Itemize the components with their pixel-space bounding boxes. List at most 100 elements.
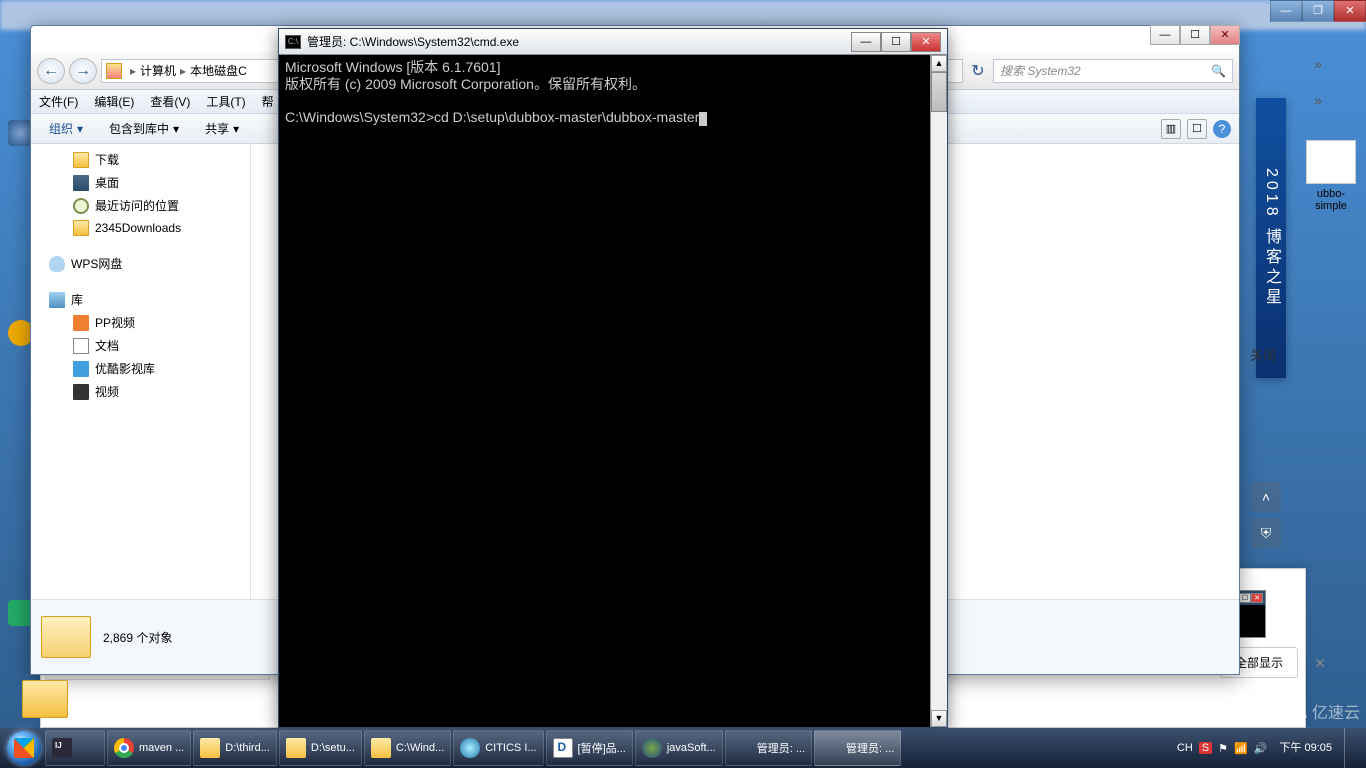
view-mode-button[interactable]: ▥ [1161, 119, 1181, 139]
cmd-titlebar[interactable]: C:\ 管理员: C:\Windows\System32\cmd.exe — ☐… [279, 29, 947, 55]
share-dropdown[interactable]: 共享▾ [195, 118, 249, 139]
tray-flag-icon[interactable]: ⚑ [1218, 742, 1228, 755]
taskbar-item-folder-windows[interactable]: C:\Wind... [364, 730, 451, 766]
cursor-icon [699, 112, 707, 126]
taskbar-item-citics[interactable]: CITICS I... [453, 730, 543, 766]
tray-clock[interactable]: 下午 09:05 [1273, 742, 1338, 754]
intellij-icon [52, 738, 72, 758]
chevron-down-icon: ▾ [173, 122, 179, 136]
crumb-sep-icon: ▸ [180, 64, 186, 78]
explorer-search-input[interactable]: 搜索 System32 🔍 [993, 59, 1233, 83]
include-library-dropdown[interactable]: 包含到库中▾ [99, 118, 189, 139]
file-thumb-icon [1306, 140, 1356, 184]
tree-video[interactable]: 视频 [31, 380, 250, 403]
folder-icon [73, 152, 89, 168]
show-desktop-button[interactable] [1344, 728, 1356, 768]
library-icon [49, 292, 65, 308]
bg-maximize-button[interactable]: ❐ [1302, 0, 1334, 22]
explorer-close-button[interactable]: ✕ [1210, 25, 1240, 45]
cmd-window: C:\ 管理员: C:\Windows\System32\cmd.exe — ☐… [278, 28, 948, 728]
folder-icon [200, 738, 220, 758]
scroll-top-button[interactable]: ˄ [1251, 482, 1281, 512]
menu-tools[interactable]: 工具(T) [206, 93, 245, 110]
tree-desktop[interactable]: 桌面 [31, 171, 250, 194]
menu-view[interactable]: 查看(V) [150, 93, 190, 110]
banner-close-label[interactable]: 关闭 [1250, 345, 1276, 364]
chrome-icon [114, 738, 134, 758]
explorer-minimize-button[interactable]: — [1150, 25, 1180, 45]
tree-library[interactable]: 库 [31, 285, 250, 311]
scroll-up-button[interactable]: ▲ [931, 55, 947, 72]
desktop-folder[interactable] [20, 680, 70, 718]
menu-help[interactable]: 帮 [262, 93, 274, 110]
folder-icon [286, 738, 306, 758]
overflow-chevron-icon[interactable]: » [1303, 92, 1333, 112]
cmd-maximize-button[interactable]: ☐ [881, 32, 911, 52]
breadcrumb-disk[interactable]: 本地磁盘C [190, 62, 247, 79]
dingding-icon [553, 738, 573, 758]
taskbar-item-cmd-2[interactable]: 管理员: ... [814, 730, 901, 766]
tray-network-icon[interactable]: 📶 [1234, 742, 1248, 755]
taskbar-item-intellij[interactable] [45, 730, 105, 766]
search-icon[interactable]: 🔍 [1211, 64, 1226, 78]
tree-2345downloads[interactable]: 2345Downloads [31, 217, 250, 239]
organize-dropdown[interactable]: 组织▾ [39, 118, 93, 139]
folder-icon [22, 680, 68, 718]
taskbar-item-folder-setup[interactable]: D:\setu... [279, 730, 362, 766]
bg-minimize-button[interactable]: — [1270, 0, 1302, 22]
cmd-icon: C:\ [285, 35, 301, 49]
tree-recent[interactable]: 最近访问的位置 [31, 194, 250, 217]
tree-downloads[interactable]: 下载 [31, 148, 250, 171]
folder-icon [73, 220, 89, 236]
cmd-close-button[interactable]: ✕ [911, 32, 941, 52]
ime-indicator[interactable]: CH [1177, 742, 1193, 754]
tree-youku[interactable]: 优酷影视库 [31, 357, 250, 380]
thumb-label: ubbo-simple [1306, 188, 1356, 212]
cmd-terminal[interactable]: Microsoft Windows [版本 6.1.7601] 版权所有 (c)… [279, 55, 947, 130]
sogou-icon[interactable]: S [1199, 742, 1212, 754]
desktop-thumb-ubbo[interactable]: ubbo-simple [1306, 140, 1356, 212]
shield-button[interactable]: ⛨ [1251, 518, 1281, 548]
tree-pp-video[interactable]: PP视频 [31, 311, 250, 334]
page-scroll-controls: ˄ ⛨ [1246, 482, 1286, 548]
taskbar-item-eclipse[interactable]: javaSoft... [635, 730, 723, 766]
chevron-down-icon: ▾ [77, 122, 83, 136]
downloads-close-button[interactable]: ✕ [1314, 655, 1326, 672]
menu-edit[interactable]: 编辑(E) [94, 93, 134, 110]
taskbar-item-folder-third[interactable]: D:\third... [193, 730, 277, 766]
nav-forward-button[interactable]: → [69, 58, 97, 84]
blog-star-banner[interactable]: 2018 博客之星 [1256, 98, 1286, 378]
help-button[interactable]: ? [1213, 120, 1231, 138]
search-placeholder: 搜索 System32 [1000, 62, 1081, 79]
scroll-thumb[interactable] [931, 72, 947, 112]
doc-icon [73, 338, 89, 354]
tree-wps[interactable]: WPS网盘 [31, 249, 250, 275]
cmd-title: 管理员: C:\Windows\System32\cmd.exe [307, 33, 851, 50]
preview-pane-button[interactable]: ☐ [1187, 119, 1207, 139]
desktop-icon [73, 175, 89, 191]
explorer-maximize-button[interactable]: ☐ [1180, 25, 1210, 45]
scroll-down-button[interactable]: ▼ [931, 710, 947, 727]
tree-documents[interactable]: 文档 [31, 334, 250, 357]
refresh-button[interactable]: ↻ [967, 61, 989, 81]
tray-volume-icon[interactable]: 🔊 [1254, 742, 1268, 755]
folder-icon [371, 738, 391, 758]
taskbar: maven ... D:\third... D:\setu... C:\Wind… [0, 728, 1366, 768]
menu-file[interactable]: 文件(F) [39, 93, 78, 110]
chevron-down-icon: ▾ [233, 122, 239, 136]
recent-icon [73, 198, 89, 214]
overflow-chevron-icon[interactable]: » [1303, 56, 1333, 76]
bg-close-button[interactable]: ✕ [1334, 0, 1366, 22]
cloud-icon [49, 256, 65, 272]
explorer-tree: 下载 桌面 最近访问的位置 2345Downloads WPS网盘 库 PP视频… [31, 144, 251, 599]
nav-back-button[interactable]: ← [37, 58, 65, 84]
cmd-scrollbar[interactable]: ▲ ▼ [930, 55, 947, 727]
drive-icon [106, 63, 122, 79]
breadcrumb-computer[interactable]: 计算机 [140, 62, 176, 79]
start-button[interactable] [4, 728, 44, 768]
taskbar-item-chrome[interactable]: maven ... [107, 730, 191, 766]
system-tray: CH S ⚑ 📶 🔊 下午 09:05 [1171, 728, 1362, 768]
taskbar-item-dingding[interactable]: [暂停]品... [546, 730, 633, 766]
cmd-minimize-button[interactable]: — [851, 32, 881, 52]
taskbar-item-cmd-1[interactable]: 管理员: ... [725, 730, 812, 766]
